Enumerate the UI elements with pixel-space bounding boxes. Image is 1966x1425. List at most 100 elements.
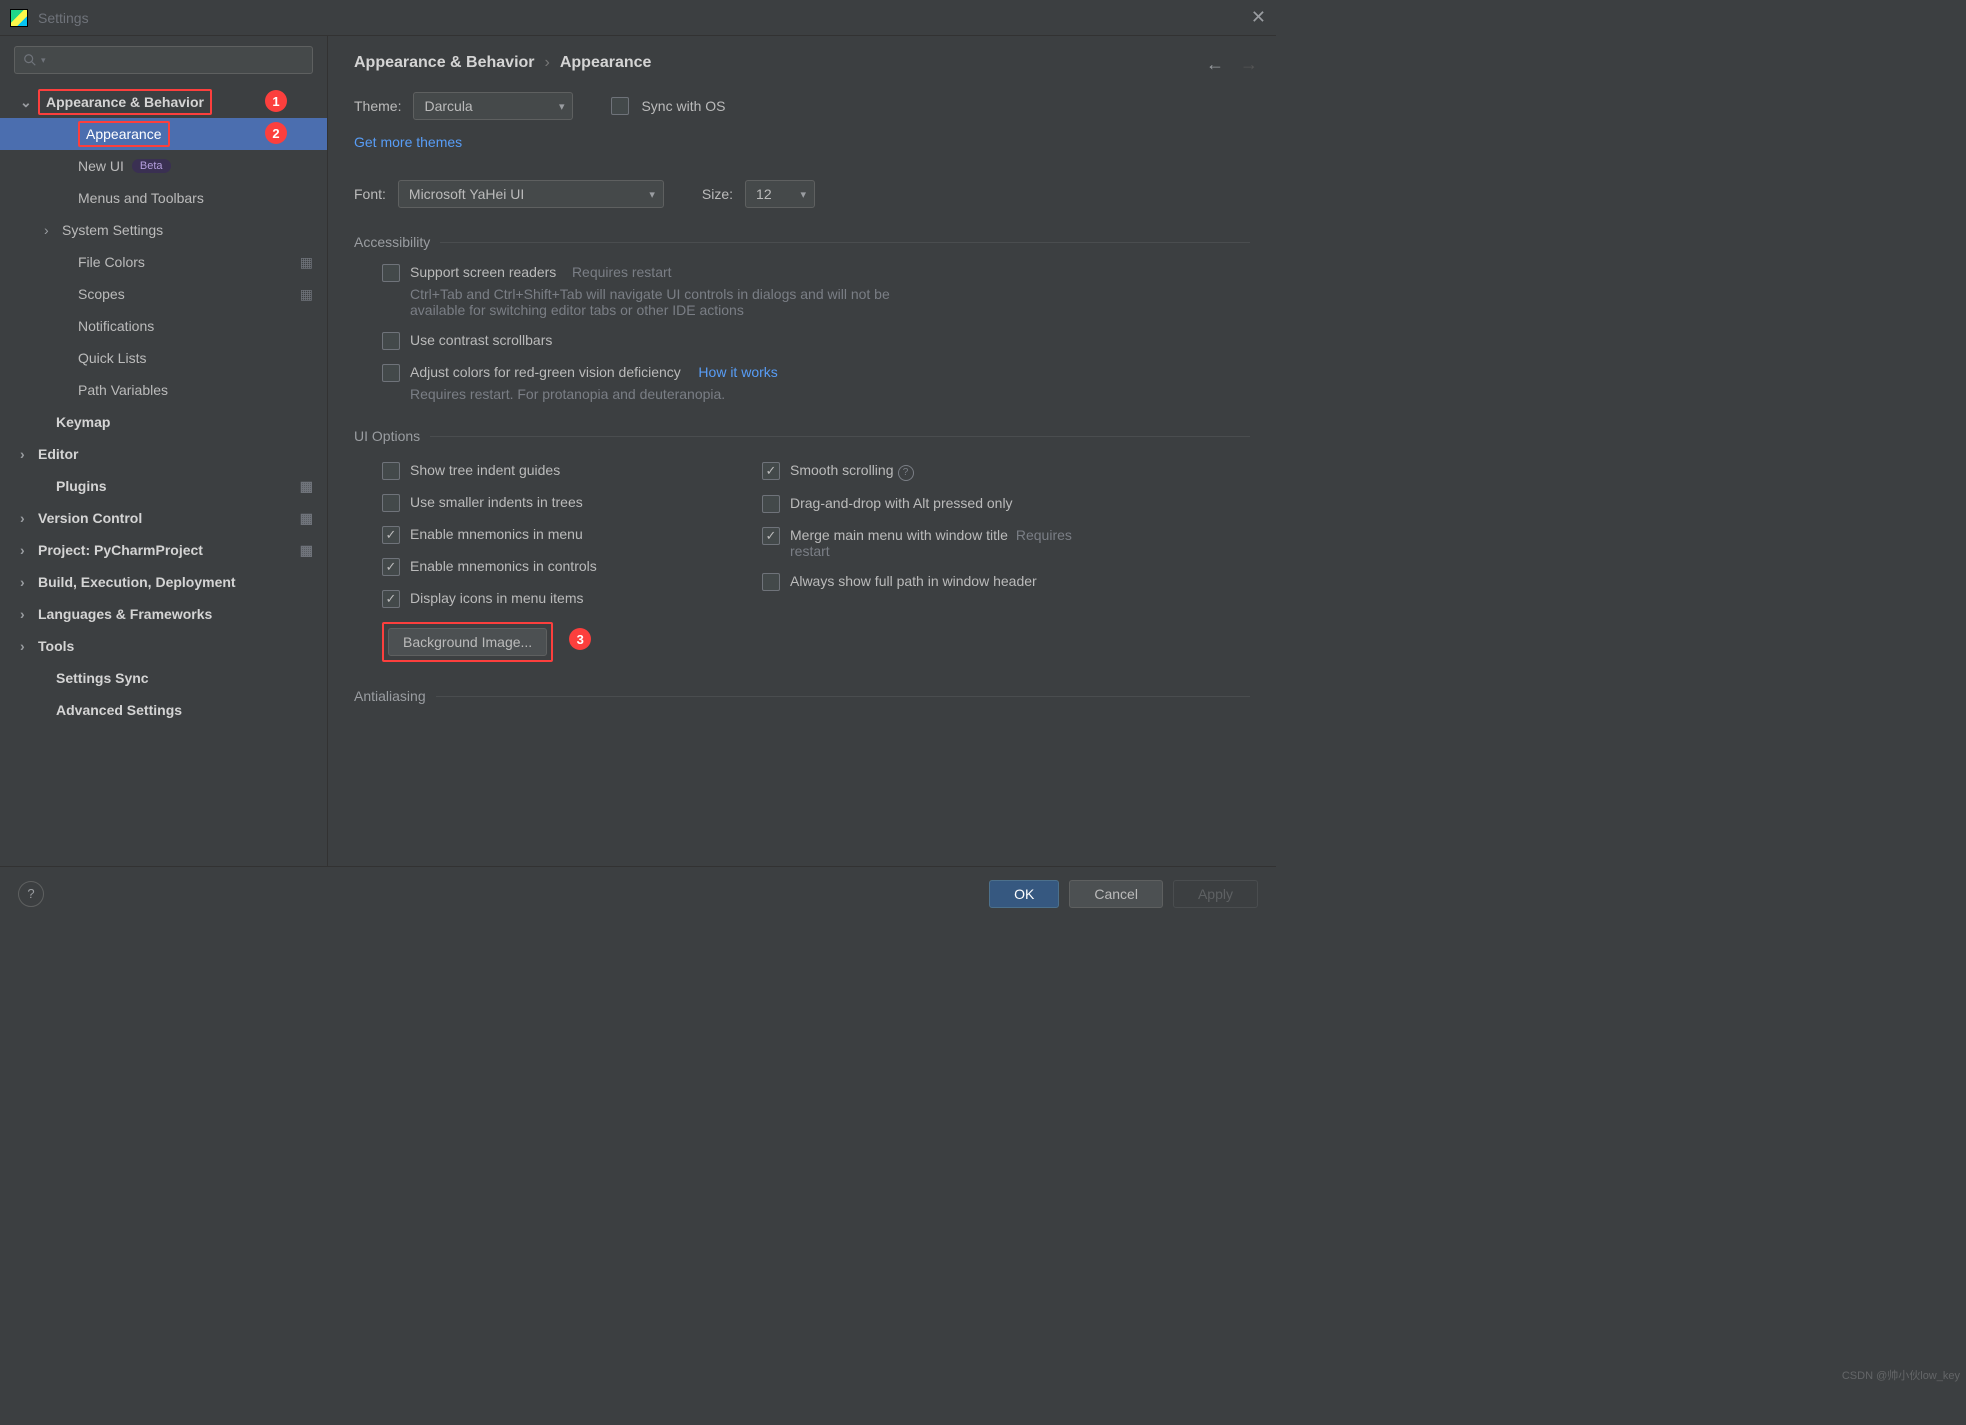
sidebar-item-project-pycharmproject[interactable]: ›Project: PyCharmProject▦ [0,534,327,566]
cancel-button[interactable]: Cancel [1069,880,1163,908]
screen-readers-checkbox[interactable] [382,264,400,282]
sidebar-item-new-ui[interactable]: New UI Beta [0,150,327,182]
option-label: Always show full path in window header [790,573,1037,589]
chevron-icon: › [20,510,32,526]
chevron-icon: › [20,446,32,462]
project-scope-icon: ▦ [300,510,313,527]
enable-mnemonics-in-menu-checkbox[interactable] [382,526,400,544]
merge-main-menu-with-window-title-checkbox[interactable] [762,527,780,545]
sidebar-item-label: Menus and Toolbars [78,190,204,206]
pycharm-icon [10,9,28,27]
smooth-scrolling-checkbox[interactable] [762,462,780,480]
chevron-icon: › [20,606,32,622]
ok-button[interactable]: OK [989,880,1059,908]
settings-tree: ⌄Appearance & Behavior1Appearance2New UI… [0,86,327,726]
option-label: Drag-and-drop with Alt pressed only [790,495,1013,511]
sidebar-item-label: Advanced Settings [56,702,182,718]
breadcrumb-page: Appearance [560,54,652,72]
help-icon[interactable]: ? [18,881,44,907]
sidebar-item-editor[interactable]: › Editor [0,438,327,470]
drag-and-drop-with-alt-pressed-only-checkbox[interactable] [762,495,780,513]
sidebar-item-languages-frameworks[interactable]: › Languages & Frameworks [0,598,327,630]
chevron-icon: › [20,574,32,590]
sync-os-label: Sync with OS [641,98,725,114]
size-label: Size: [702,186,733,202]
breadcrumb: Appearance & Behavior › Appearance [354,54,1250,72]
sidebar-item-label: Path Variables [78,382,168,398]
size-value: 12 [756,186,772,202]
sidebar-item-menus-and-toolbars[interactable]: Menus and Toolbars [0,182,327,214]
apply-button: Apply [1173,880,1258,908]
theme-value: Darcula [424,98,472,114]
theme-label: Theme: [354,98,401,114]
sidebar-item-label: Notifications [78,318,154,334]
content-pane: Appearance & Behavior › Appearance ← → T… [328,36,1276,866]
sidebar-item-settings-sync[interactable]: Settings Sync [0,662,327,694]
use-smaller-indents-in-trees-checkbox[interactable] [382,494,400,512]
close-icon[interactable]: ✕ [1251,7,1266,28]
sidebar-item-notifications[interactable]: Notifications [0,310,327,342]
window-title: Settings [38,10,89,26]
sidebar-item-label: Appearance [78,121,170,147]
sidebar-item-system-settings[interactable]: › System Settings [0,214,327,246]
sidebar-item-file-colors[interactable]: File Colors▦ [0,246,327,278]
sidebar-item-label: Build, Execution, Deployment [38,574,236,590]
sidebar-item-plugins[interactable]: Plugins▦ [0,470,327,502]
chevron-icon: › [44,222,56,238]
sync-os-checkbox[interactable] [611,97,629,115]
screen-readers-hint: Requires restart [572,264,672,280]
beta-badge: Beta [132,159,171,173]
annotation-1: 1 [265,90,287,112]
sidebar-item-label: New UI [78,158,124,174]
footer: ? OK Cancel Apply [0,866,1276,920]
font-value: Microsoft YaHei UI [409,186,524,202]
theme-select[interactable]: Darcula [413,92,573,120]
sidebar-item-appearance-behavior[interactable]: ⌄Appearance & Behavior1 [0,86,327,118]
sidebar-item-scopes[interactable]: Scopes▦ [0,278,327,310]
screen-readers-desc: Ctrl+Tab and Ctrl+Shift+Tab will navigat… [410,286,930,318]
background-image-button[interactable]: Background Image... [388,628,547,656]
color-deficiency-checkbox[interactable] [382,364,400,382]
sidebar-item-label: File Colors [78,254,145,270]
help-icon[interactable]: ? [898,465,914,481]
contrast-scrollbars-checkbox[interactable] [382,332,400,350]
sidebar-item-label: Languages & Frameworks [38,606,212,622]
annotation-3: 3 [569,628,591,650]
sidebar-item-advanced-settings[interactable]: Advanced Settings [0,694,327,726]
sidebar-item-build-execution-deployment[interactable]: › Build, Execution, Deployment [0,566,327,598]
search-input[interactable]: ▾ [14,46,313,74]
option-label: Merge main menu with window title [790,527,1008,543]
sidebar-item-tools[interactable]: ›Tools [0,630,327,662]
sidebar-item-label: Keymap [56,414,110,430]
screen-readers-label: Support screen readers [410,264,556,280]
option-label: Enable mnemonics in controls [410,558,597,574]
option-label: Show tree indent guides [410,462,560,478]
option-label: Enable mnemonics in menu [410,526,583,542]
display-icons-in-menu-items-checkbox[interactable] [382,590,400,608]
how-it-works-link[interactable]: How it works [698,364,777,380]
watermark: CSDN @帅小伙low_key [1842,1367,1960,1383]
back-icon[interactable]: ← [1206,54,1224,75]
enable-mnemonics-in-controls-checkbox[interactable] [382,558,400,576]
contrast-scrollbars-label: Use contrast scrollbars [410,332,552,348]
sidebar-item-appearance[interactable]: Appearance 2 [0,118,327,150]
show-tree-indent-guides-checkbox[interactable] [382,462,400,480]
sidebar-item-label: System Settings [62,222,163,238]
titlebar: Settings ✕ [0,0,1276,36]
sidebar-item-quick-lists[interactable]: Quick Lists [0,342,327,374]
option-label: Smooth scrolling [790,462,894,478]
always-show-full-path-in-window-header-checkbox[interactable] [762,573,780,591]
sidebar-item-label: Quick Lists [78,350,146,366]
sidebar-item-label: Plugins [56,478,107,494]
font-select[interactable]: Microsoft YaHei UI [398,180,664,208]
sidebar-item-path-variables[interactable]: Path Variables [0,374,327,406]
option-label: Display icons in menu items [410,590,584,606]
sidebar-item-keymap[interactable]: Keymap [0,406,327,438]
sidebar-item-label: Tools [38,638,74,654]
sidebar-item-label: Editor [38,446,78,462]
sidebar-item-label: Appearance & Behavior [38,89,212,115]
get-themes-link[interactable]: Get more themes [354,134,462,150]
sidebar-item-version-control[interactable]: ›Version Control▦ [0,502,327,534]
annotation-2: 2 [265,122,287,144]
size-select[interactable]: 12 [745,180,815,208]
